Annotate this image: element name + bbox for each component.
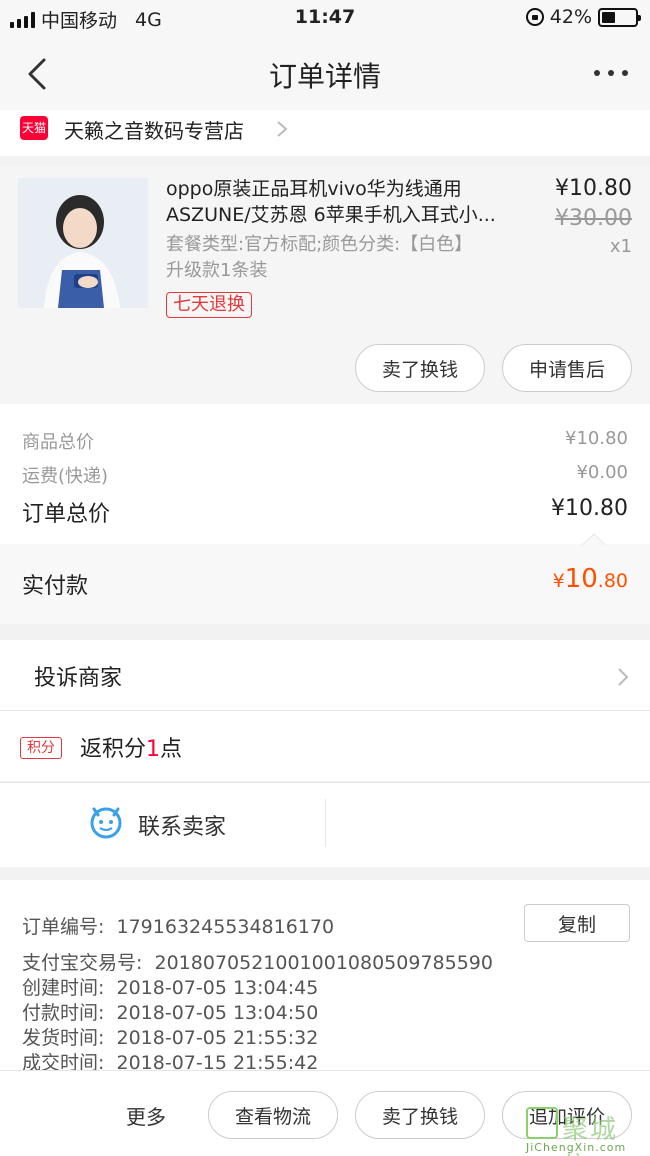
points-row: 积分 返积分1点 [0, 711, 650, 781]
points-icon: 积分 [20, 737, 62, 759]
product-title[interactable]: oppo原装正品耳机vivo华为线通用 ASZUNE/艾苏恩 6苹果手机入耳式小… [166, 176, 536, 228]
alipay-row: 支付宝交易号: 2018070521001001080509785590 [22, 948, 493, 975]
alipay-label: 支付宝交易号: [22, 952, 143, 974]
goods-total-value: ¥10.80 [565, 428, 628, 449]
alipay-number: 2018070521001001080509785590 [154, 952, 493, 974]
chevron-right-icon [618, 668, 629, 686]
product-title-line1: oppo原装正品耳机vivo华为线通用 [166, 178, 462, 200]
points-suffix: 点 [160, 737, 183, 762]
more-options-icon[interactable] [594, 70, 628, 76]
paid-time: 2018-07-05 13:04:50 [116, 1002, 319, 1024]
paid-decimal: .80 [597, 570, 628, 592]
product-price: ¥10.80 [555, 176, 632, 201]
contact-seller-label: 联系卖家 [138, 815, 227, 840]
nav-bar: 订单详情 [0, 36, 650, 110]
shipped-row: 发货时间: 2018-07-05 21:55:32 [22, 1023, 318, 1050]
bottom-action-bar: 更多 查看物流 卖了换钱 追加评价 聚城信 JiChengXin.com [0, 1070, 650, 1156]
battery-percent: 42% [549, 6, 592, 28]
caret-up-icon [582, 533, 606, 545]
watermark-url: JiChengXin.com [526, 1141, 627, 1154]
points-text: 返积分1点 [80, 731, 182, 763]
order-info: 订单编号: 179163245534816170 复制 支付宝交易号: 2018… [0, 880, 650, 1074]
created-row: 创建时间: 2018-07-05 13:04:45 [22, 973, 318, 1000]
rotation-lock-icon [525, 8, 544, 26]
shipped-time: 2018-07-05 21:55:32 [116, 1027, 319, 1049]
product-sku: 套餐类型:官方标配;颜色分类:【白色】 升级款1条装 [166, 232, 546, 284]
chevron-right-icon [277, 121, 288, 137]
page-title: 订单详情 [268, 60, 381, 93]
tmall-icon: 天猫 [20, 116, 48, 140]
order-number-row: 订单编号: 179163245534816170 [22, 912, 334, 939]
points-prefix: 返积分 [80, 737, 147, 762]
created-label: 创建时间: [22, 977, 105, 999]
price-summary: 商品总价 ¥10.80 运费(快递) ¥0.00 订单总价 ¥10.80 实付款… [0, 404, 650, 624]
created-time: 2018-07-05 13:04:45 [116, 977, 319, 999]
seven-day-return-badge: 七天退换 [166, 292, 252, 318]
copy-button[interactable]: 复制 [524, 904, 630, 942]
sku-line2: 升级款1条装 [166, 260, 268, 281]
status-right: 42% [525, 6, 641, 28]
order-total-label: 订单总价 [22, 502, 111, 527]
more-button[interactable]: 更多 [126, 1101, 166, 1130]
wangwang-chat-icon [90, 807, 122, 839]
paid-currency: ¥ [552, 570, 565, 592]
sku-line1: 套餐类型:官方标配;颜色分类:【白色】 [166, 234, 473, 255]
product-image[interactable] [18, 178, 148, 308]
paid-value: ¥10.80 [553, 564, 628, 594]
paid-label: 实付款 [22, 574, 89, 599]
order-number-label: 订单编号: [22, 916, 105, 938]
order-total-value: ¥10.80 [551, 496, 628, 521]
battery-icon [598, 7, 641, 27]
order-number: 179163245534816170 [116, 916, 335, 938]
contact-row: 联系卖家 [0, 783, 650, 867]
status-bar: 中国移动 4G 11:47 42% [0, 0, 650, 36]
product-title-line2: ASZUNE/艾苏恩 6苹果手机入耳式小... [166, 204, 496, 226]
sell-button[interactable]: 卖了换钱 [355, 344, 485, 392]
contact-seller-button[interactable]: 联系卖家 [0, 783, 325, 867]
shipped-label: 发货时间: [22, 1027, 105, 1049]
product-original-price: ¥30.00 [555, 206, 632, 231]
product-quantity: x1 [609, 236, 632, 257]
view-logistics-button[interactable]: 查看物流 [208, 1091, 338, 1139]
shop-row[interactable]: 天猫 天籁之音数码专营店 [0, 110, 650, 156]
complaint-label: 投诉商家 [34, 666, 123, 691]
after-sale-button[interactable]: 申请售后 [502, 344, 632, 392]
product-card[interactable]: oppo原装正品耳机vivo华为线通用 ASZUNE/艾苏恩 6苹果手机入耳式小… [0, 166, 650, 404]
goods-total-label: 商品总价 [22, 432, 94, 453]
complaint-row[interactable]: 投诉商家 [0, 640, 650, 710]
paid-integer: 10 [564, 564, 598, 594]
watermark-logo: 聚城信 JiChengXin.com [526, 1107, 644, 1156]
paid-time-label: 付款时间: [22, 1002, 105, 1024]
shipping-value: ¥0.00 [576, 462, 628, 483]
shipping-label: 运费(快递) [22, 466, 109, 487]
points-value: 1 [146, 737, 161, 762]
divider [325, 799, 326, 847]
sell-button-bottom[interactable]: 卖了换钱 [355, 1091, 485, 1139]
watermark-icon [526, 1107, 558, 1139]
paid-time-row: 付款时间: 2018-07-05 13:04:50 [22, 998, 318, 1025]
shop-name[interactable]: 天籁之音数码专营店 [64, 115, 244, 144]
